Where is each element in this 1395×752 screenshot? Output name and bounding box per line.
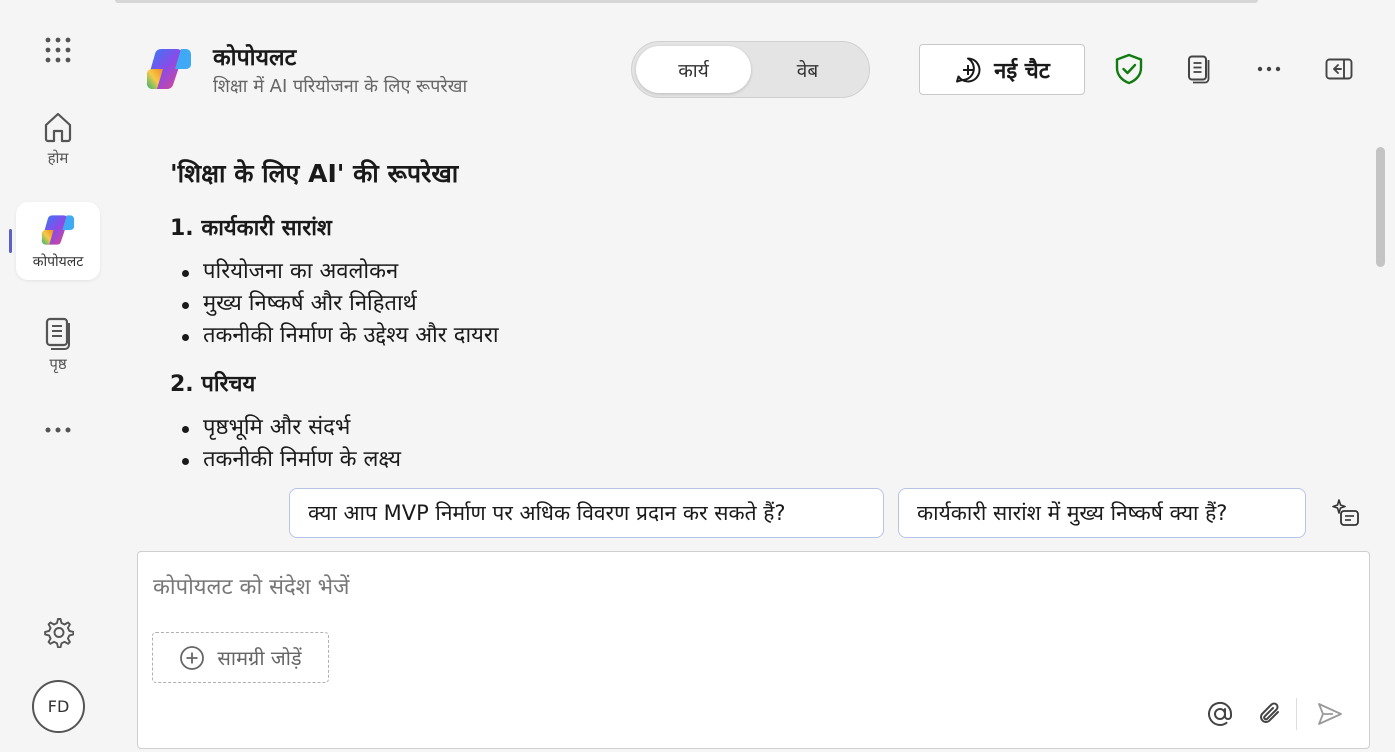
app-title: कोपोयलट — [213, 45, 297, 71]
rail-more-button[interactable] — [16, 415, 100, 445]
suggestion-chip[interactable]: क्या आप MVP निर्माण पर अधिक विवरण प्रदान… — [289, 488, 884, 538]
add-circle-icon — [180, 645, 205, 670]
copilot-logo-icon — [146, 48, 192, 90]
add-content-label: सामग्री जोड़ें — [217, 646, 302, 670]
mention-button[interactable] — [1203, 697, 1237, 731]
section-list: परियोजना का अवलोकन मुख्य निष्कर्ष और निह… — [170, 256, 1350, 352]
waffle-icon — [45, 37, 71, 63]
suggestion-sparkle-icon[interactable] — [1330, 497, 1362, 529]
pages-icon — [45, 317, 70, 350]
response-content: 'शिक्षा के लिए AI' की रूपरेखा 1. कार्यका… — [170, 150, 1350, 480]
settings-button[interactable] — [16, 614, 100, 650]
message-composer: सामग्री जोड़ें — [137, 551, 1370, 749]
section-list: पृष्ठभूमि और संदर्भ तकनीकी निर्माण के लक… — [170, 412, 1350, 476]
list-item: परियोजना का अवलोकन — [170, 256, 1350, 288]
collapse-panel-button[interactable] — [1322, 52, 1356, 86]
content-scrollbar[interactable] — [1376, 147, 1385, 267]
more-horizontal-icon — [1257, 66, 1281, 72]
mode-web-option[interactable]: वेब — [750, 46, 865, 93]
rail-item-pages-label: पृष्ठ — [49, 355, 67, 373]
conversation-title: शिक्षा में AI परियोजना के लिए रूपरेखा — [213, 76, 468, 97]
user-avatar[interactable]: FD — [32, 680, 85, 733]
composer-divider — [1296, 698, 1297, 730]
protection-status-button[interactable] — [1112, 52, 1146, 86]
mode-work-option[interactable]: कार्य — [636, 46, 751, 93]
suggestion-chip[interactable]: कार्यकारी सारांश में मुख्य निष्कर्ष क्या… — [898, 488, 1306, 538]
shield-check-icon — [1115, 53, 1143, 85]
at-sign-icon — [1208, 702, 1233, 726]
pages-icon — [1188, 55, 1210, 84]
list-item: पृष्ठभूमि और संदर्भ — [170, 412, 1350, 444]
rail-item-copilot-label: कोपोयलट — [32, 253, 84, 270]
new-chat-label: नई चैट — [994, 58, 1050, 84]
paperclip-icon — [1260, 702, 1279, 723]
attach-button[interactable] — [1253, 697, 1287, 731]
home-icon — [44, 112, 72, 143]
left-rail: होम कोपोयलट पृष्ठ FD — [0, 0, 115, 752]
more-options-button[interactable] — [1252, 52, 1286, 86]
send-icon — [1318, 703, 1342, 725]
active-indicator — [9, 229, 12, 253]
response-heading: 'शिक्षा के लिए AI' की रूपरेखा — [170, 159, 459, 188]
more-horizontal-icon — [45, 427, 71, 433]
mode-toggle: कार्य वेब — [631, 41, 870, 98]
gear-icon — [44, 618, 74, 648]
new-chat-icon — [956, 57, 981, 82]
list-item: तकनीकी निर्माण के उद्देश्य और दायरा — [170, 320, 1350, 352]
pages-button[interactable] — [1182, 52, 1216, 86]
message-input[interactable] — [153, 570, 1253, 604]
list-item: तकनीकी निर्माण के लक्ष्य — [170, 444, 1350, 476]
rail-item-copilot[interactable]: कोपोयलट — [16, 202, 100, 280]
add-content-button[interactable]: सामग्री जोड़ें — [152, 632, 329, 683]
list-item: मुख्य निष्कर्ष और निहितार्थ — [170, 288, 1350, 320]
send-button[interactable] — [1313, 697, 1347, 731]
rail-item-pages[interactable]: पृष्ठ — [16, 310, 100, 380]
new-chat-button[interactable]: नई चैट — [919, 44, 1085, 95]
app-launcher-button[interactable] — [16, 30, 100, 70]
panel-collapse-icon — [1325, 58, 1353, 80]
rail-item-home-label: होम — [47, 149, 69, 167]
copilot-logo-icon — [41, 214, 75, 245]
window-top-edge — [115, 0, 1258, 3]
section-title: 2. परिचय — [170, 372, 256, 397]
section-title: 1. कार्यकारी सारांश — [170, 216, 332, 241]
rail-item-home[interactable]: होम — [16, 104, 100, 174]
